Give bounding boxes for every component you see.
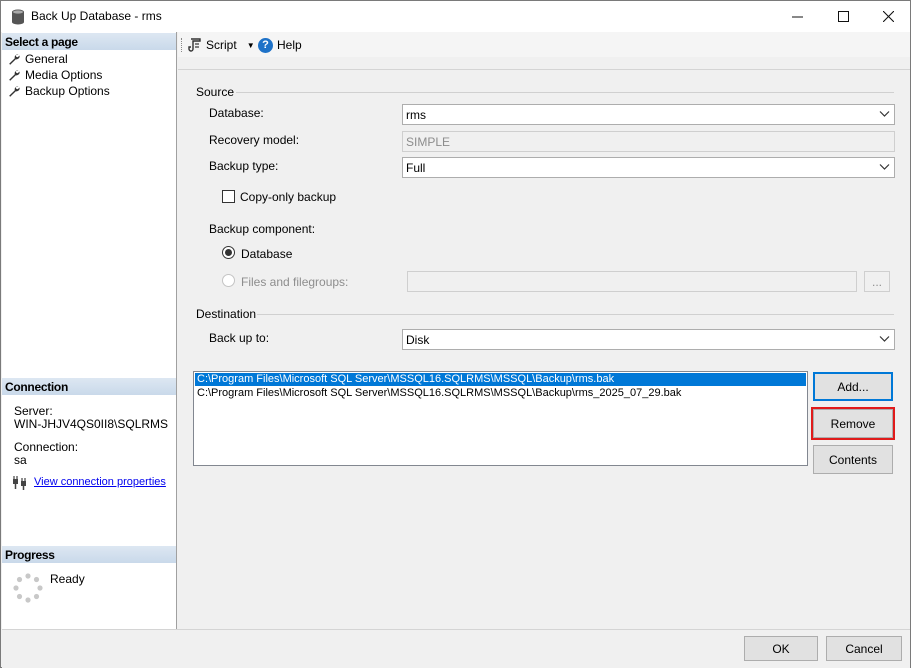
source-divider [236,92,894,93]
wrench-icon [9,86,20,97]
recovery-model-value: SIMPLE [406,134,451,149]
connection-label: Connection: [14,440,79,454]
backup-type-combo[interactable]: Full [402,157,895,178]
script-button[interactable]: Script ▼ [188,35,255,55]
remove-button[interactable]: Remove [811,407,895,440]
list-item[interactable]: C:\Program Files\Microsoft SQL Server\MS… [195,387,806,400]
cancel-button[interactable]: Cancel [826,636,902,661]
database-combo[interactable]: rms [402,104,895,125]
toolbar-grip [181,38,183,52]
maximize-button[interactable] [820,1,866,32]
destination-group-title: Destination [196,307,257,321]
dropdown-caret-icon[interactable]: ▼ [247,41,255,50]
page-item-label: Media Options [25,68,103,82]
help-button[interactable]: ? Help [258,35,302,55]
view-connection-properties-link[interactable]: View connection properties [34,476,166,488]
copy-only-checkbox[interactable] [222,190,235,203]
close-icon [882,11,894,22]
close-button[interactable] [865,1,911,32]
left-pane: Select a page General Media Options Back… [2,32,177,629]
recovery-model-field: SIMPLE [402,131,895,152]
minimize-icon [791,16,803,18]
chevron-down-icon [879,336,890,342]
database-value: rms [406,107,426,122]
contents-button[interactable]: Contents [813,445,893,474]
database-icon [12,9,24,25]
page-item-media-options[interactable]: Media Options [8,67,102,83]
page-item-backup-options[interactable]: Backup Options [8,83,110,99]
backup-type-label: Backup type: [209,159,279,173]
component-files-label: Files and filegroups: [241,275,349,289]
server-label: Server: [14,404,53,418]
progress-spinner-icon [13,573,43,603]
files-filegroups-field [407,271,857,292]
files-browse-button[interactable]: ... [864,271,890,292]
script-icon [188,38,201,52]
list-item[interactable]: C:\Program Files\Microsoft SQL Server\MS… [195,373,806,386]
connection-value: sa [14,453,27,467]
back-up-to-label: Back up to: [209,331,270,345]
recovery-model-label: Recovery model: [209,133,300,147]
backup-destination-list[interactable]: C:\Program Files\Microsoft SQL Server\MS… [193,371,808,466]
window-title: Back Up Database - rms [31,9,162,23]
connection-header: Connection [2,378,176,395]
wrench-icon [9,70,20,81]
chevron-down-icon [879,164,890,170]
help-label: Help [277,38,302,52]
source-group-title: Source [196,85,235,99]
back-up-to-value: Disk [406,332,430,347]
copy-only-label[interactable]: Copy-only backup [240,190,336,204]
help-icon: ? [258,37,273,53]
ok-button[interactable]: OK [744,636,818,661]
page-item-label: General [25,52,68,66]
script-label: Script [206,38,237,52]
add-button[interactable]: Add... [813,372,893,401]
title-bar: Back Up Database - rms [1,1,910,32]
toolbar: Script ▼ ? Help [178,32,910,57]
backup-component-label: Backup component: [209,222,316,236]
maximize-icon [837,11,849,22]
destination-divider [257,314,894,315]
minimize-button[interactable] [774,1,820,32]
page-item-label: Backup Options [25,84,110,98]
select-page-header: Select a page [2,33,176,50]
backup-database-dialog: Back Up Database - rms Select a page Gen… [0,0,911,668]
database-label: Database: [209,106,264,120]
progress-status: Ready [50,572,85,586]
component-database-radio[interactable] [222,246,235,259]
component-database-label[interactable]: Database [241,247,292,261]
connection-plug-icon [13,476,26,490]
server-value: WIN-JHJV4QS0II8\SQLRMS [14,417,169,431]
wrench-icon [9,54,20,65]
component-files-radio[interactable] [222,274,235,287]
page-item-general[interactable]: General [8,51,68,67]
chevron-down-icon [879,111,890,117]
progress-header: Progress [2,546,176,563]
back-up-to-combo[interactable]: Disk [402,329,895,350]
backup-type-value: Full [406,160,426,175]
